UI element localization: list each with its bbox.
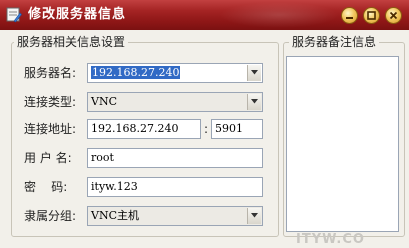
connection-type-value: VNC	[91, 95, 117, 108]
connection-type-combo[interactable]: VNC	[87, 92, 263, 112]
server-name-dropdown-button[interactable]	[247, 65, 261, 81]
connection-address-label: 连接地址:	[24, 122, 77, 136]
server-name-value: 192.168.27.240	[91, 66, 181, 79]
connection-type-label: 连接类型:	[24, 95, 77, 109]
app-icon	[6, 7, 22, 23]
server-info-group-legend: 服务器相关信息设置	[14, 35, 129, 49]
group-value: VNC主机	[91, 209, 139, 222]
server-name-combo[interactable]: 192.168.27.240	[87, 63, 263, 83]
minimize-icon	[346, 17, 353, 19]
connection-type-dropdown-button[interactable]	[247, 94, 261, 110]
maximize-icon	[367, 11, 376, 20]
window-title: 修改服务器信息	[28, 7, 127, 22]
server-name-label: 服务器名:	[24, 66, 77, 80]
title-bar[interactable]: 修改服务器信息	[0, 0, 409, 30]
username-label: 用 户 名:	[24, 151, 72, 165]
username-input[interactable]: root	[87, 148, 263, 168]
close-icon	[389, 11, 398, 20]
chevron-down-icon	[251, 99, 258, 104]
modify-server-window: 修改服务器信息 服务器相关信息设置 服务器名: 192.168.27.240 连…	[0, 0, 409, 248]
group-dropdown-button[interactable]	[247, 208, 261, 224]
group-label: 隶属分组:	[24, 209, 77, 223]
port-input[interactable]: 5901	[211, 119, 263, 139]
password-input[interactable]: ityw.123	[87, 177, 263, 197]
server-notes-group-legend: 服务器备注信息	[289, 35, 380, 49]
group-combo[interactable]: VNC主机	[87, 206, 263, 226]
port-separator: :	[203, 122, 209, 136]
chevron-down-icon	[251, 70, 258, 75]
password-label: 密 码:	[24, 180, 68, 194]
server-notes-textarea[interactable]	[286, 56, 399, 232]
chevron-down-icon	[251, 213, 258, 218]
watermark: ITYW.CO	[296, 232, 365, 247]
minimize-button[interactable]	[341, 7, 358, 24]
close-button[interactable]	[385, 7, 402, 24]
maximize-button[interactable]	[363, 7, 380, 24]
titlebar-ornament	[219, 2, 339, 28]
connection-address-input[interactable]: 192.168.27.240	[87, 119, 201, 139]
